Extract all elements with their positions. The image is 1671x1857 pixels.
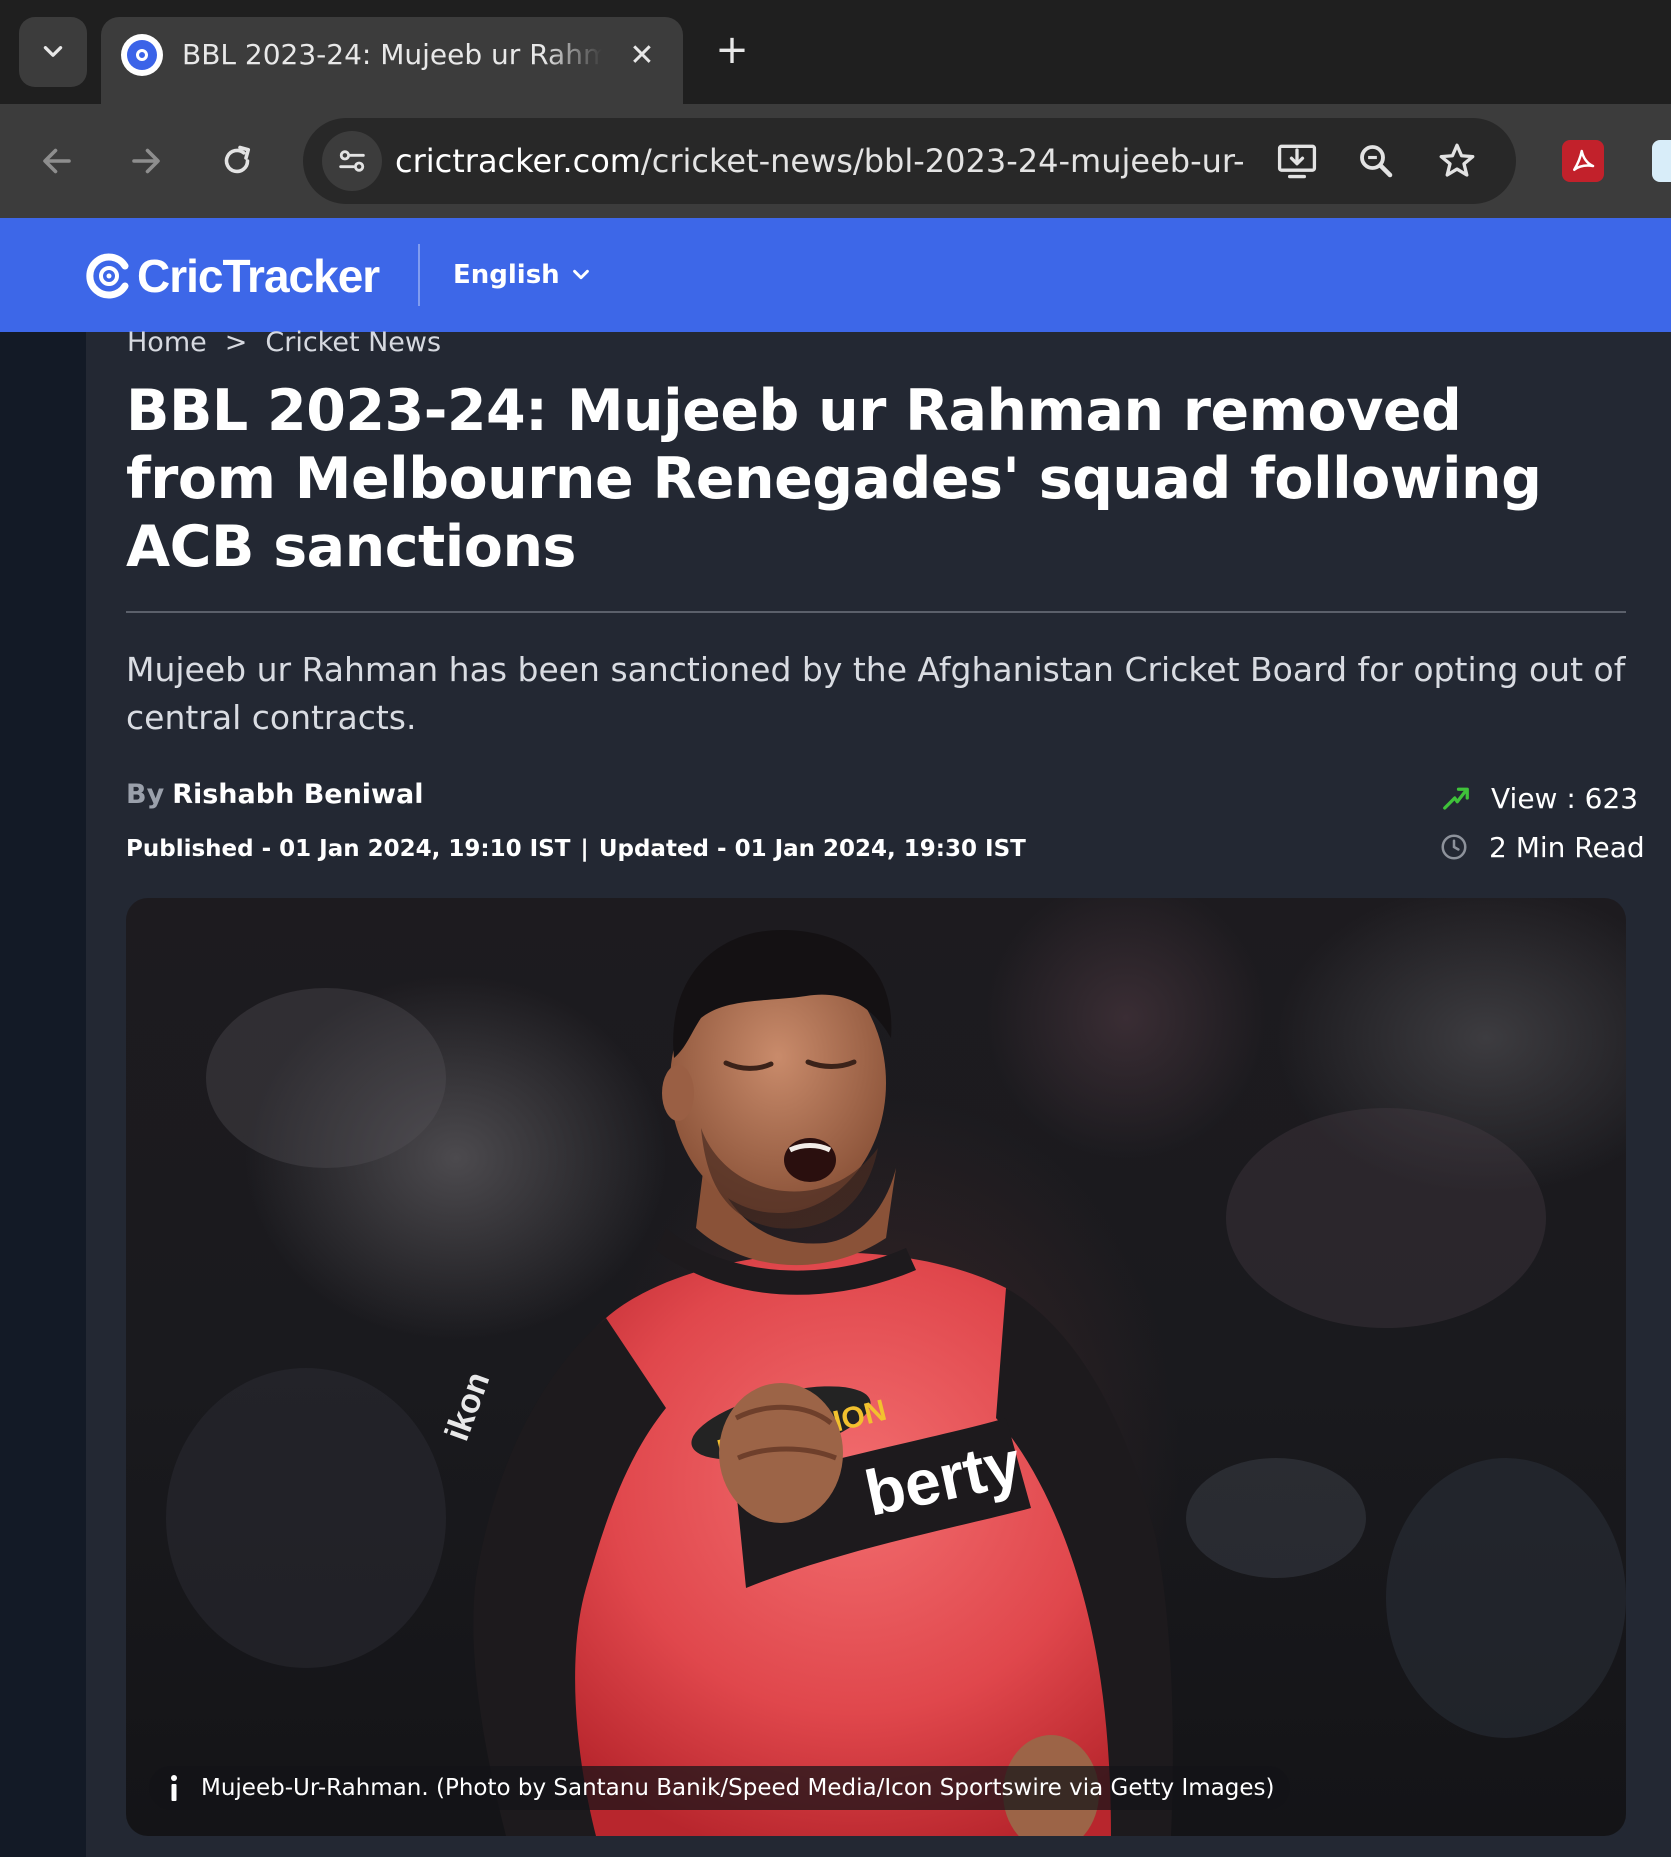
article-summary: Mujeeb ur Rahman has been sanctioned by … [126,650,1626,737]
star-icon [1439,143,1475,177]
headline-divider [126,611,1626,613]
view-count: View : 623 [1439,779,1638,817]
acrobat-icon [1573,149,1595,171]
svg-text:ikon: ikon [438,1367,498,1446]
arrow-right-icon [132,148,160,174]
header-divider [418,244,420,306]
forward-button[interactable] [118,133,174,189]
chevron-down-icon [572,269,589,280]
player-photo-illustration: berty MARATHON ikon [166,929,1626,1836]
left-sidebar-gutter [0,332,86,1857]
tab-search-button[interactable] [19,17,87,87]
breadcrumb: Home > Cricket News [127,324,441,360]
read-time-text: 2 Min Read [1489,830,1645,864]
reload-button[interactable] [209,133,265,189]
info-icon[interactable] [163,1773,185,1803]
tune-icon [339,150,365,172]
browser-tab-strip: BBL 2023-24: Mujeeb ur Rahman removed fr… [0,0,1671,104]
site-header: CricTracker English [0,218,1671,332]
article-hero-image: berty MARATHON ikon [126,898,1626,1836]
browser-tab-active[interactable]: BBL 2023-24: Mujeeb ur Rahman removed fr… [101,17,683,104]
breadcrumb-section-link[interactable]: Cricket News [265,327,441,358]
trending-arrow-icon [1439,781,1473,815]
author-link[interactable]: Rishabh Beniwal [172,779,423,810]
image-caption-text: Mujeeb-Ur-Rahman. (Photo by Santanu Bani… [201,1775,1275,1801]
clock-icon [1437,830,1471,864]
breadcrumb-home-link[interactable]: Home [127,327,207,358]
published-date: Published - 01 Jan 2024, 19:10 IST [126,836,571,862]
install-app-button[interactable] [1273,137,1321,185]
article-dates: Published - 01 Jan 2024, 19:10 IST | Updat… [126,832,1026,866]
tab-close-button[interactable]: ✕ [622,35,662,75]
arrow-left-icon [43,148,71,174]
reload-icon [224,145,251,174]
article-headline: BBL 2023-24: Mujeeb ur Rahman removed fr… [126,378,1542,580]
tab-title: BBL 2023-24: Mujeeb ur Rahman removed fr… [182,38,602,71]
url-path: /cricket-news/bbl-2023-24-mujeeb-ur-... [640,142,1245,180]
article-byline: By Rishabh Beniwal [126,776,423,814]
image-caption: Mujeeb-Ur-Rahman. (Photo by Santanu Bani… [149,1766,1291,1810]
back-button[interactable] [29,133,85,189]
cloud-extension-button[interactable] [1652,140,1671,182]
language-selector[interactable]: English [453,256,592,294]
site-info-button[interactable] [322,131,382,191]
logo-text: CricTracker [137,250,380,302]
new-tab-button[interactable]: + [712,27,752,73]
read-time: 2 Min Read [1437,828,1645,866]
address-bar[interactable]: crictracker.com/cricket-news/bbl-2023-24… [303,118,1516,204]
zoom-button[interactable] [1352,137,1400,185]
bookmark-button[interactable] [1433,137,1481,185]
crictracker-logo-icon [86,253,129,299]
crictracker-favicon-icon [121,34,163,76]
by-label: By [126,779,165,810]
search-icon [1360,145,1393,178]
breadcrumb-separator: > [224,326,248,358]
chevron-down-icon [43,46,63,57]
install-app-icon [1277,144,1317,179]
view-count-text: View : 623 [1491,781,1639,815]
date-separator: | [580,836,589,862]
url-domain: crictracker.com [395,142,641,180]
browser-toolbar: crictracker.com/cricket-news/bbl-2023-24… [0,104,1671,218]
pdf-extension-button[interactable] [1562,140,1604,182]
url-text[interactable]: crictracker.com/cricket-news/bbl-2023-24… [395,138,1245,184]
language-label: English [453,260,560,290]
updated-date: Updated - 01 Jan 2024, 19:30 IST [598,836,1026,862]
crictracker-logo[interactable]: CricTracker [85,250,380,302]
